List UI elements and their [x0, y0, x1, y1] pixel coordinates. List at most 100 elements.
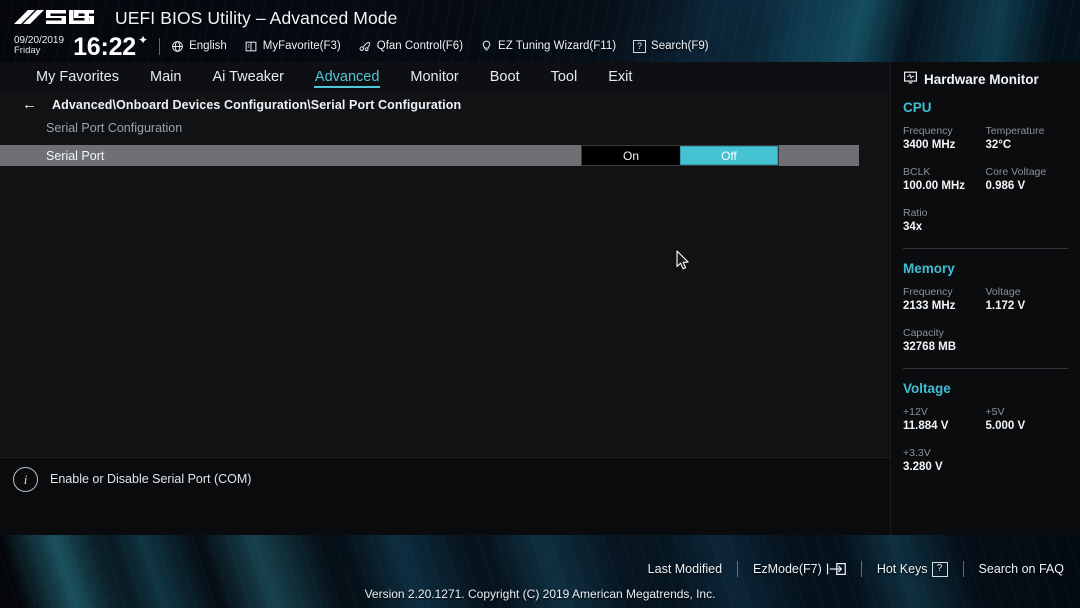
hwm-value: 3400 MHz: [903, 139, 956, 151]
help-bar: i Enable or Disable Serial Port (COM): [0, 457, 890, 535]
gear-icon[interactable]: ✦: [138, 33, 148, 47]
ezmode-label: EzMode(F7): [753, 562, 822, 576]
qfan-control-button[interactable]: Qfan Control(F6): [358, 40, 463, 53]
clock-display: 16:22: [73, 32, 137, 61]
info-icon: i: [13, 467, 38, 492]
search-on-faq-button[interactable]: Search on FAQ: [979, 562, 1064, 576]
serial-port-row[interactable]: Serial Port On Off: [0, 145, 859, 166]
hwm-voltage-grid: +12V 11.884 V +5V 5.000 V +3.3V 3.280 V: [903, 405, 1068, 487]
hwm-key: Capacity: [903, 327, 944, 339]
language-label: English: [189, 40, 227, 52]
ez-tuning-label: EZ Tuning Wizard(F11): [498, 40, 617, 52]
question-key-icon: ?: [633, 39, 647, 53]
hwm-key: BCLK: [903, 166, 931, 178]
hwm-value: 100.00 MHz: [903, 180, 966, 192]
toggle-option-on[interactable]: On: [582, 146, 680, 165]
hwm-cpu-ratio: Ratio 34x: [903, 206, 1068, 235]
hwm-key: Temperature: [985, 125, 1045, 137]
question-key-icon: ?: [931, 561, 948, 577]
date-display: 09/20/2019 Friday: [14, 35, 64, 57]
language-button[interactable]: English: [171, 40, 227, 53]
tab-ai-tweaker[interactable]: Ai Tweaker: [212, 69, 283, 87]
header-title-row: UEFI BIOS Utility – Advanced Mode: [0, 5, 397, 31]
hwm-value: 5.000 V: [985, 420, 1026, 432]
hwm-divider: [903, 248, 1068, 249]
hwm-section-memory-title: Memory: [903, 261, 955, 276]
hwm-cpu-bclk: BCLK 100.00 MHz: [903, 165, 986, 194]
hwm-key: Ratio: [903, 207, 928, 219]
serial-port-toggle[interactable]: On Off: [581, 145, 779, 166]
myfavorite-label: MyFavorite(F3): [262, 40, 341, 52]
hwm-value: 34x: [903, 221, 923, 233]
hot-keys-button[interactable]: Hot Keys ?: [876, 561, 948, 577]
hardware-monitor-panel: Hardware Monitor CPU Frequency 3400 MHz …: [890, 62, 1080, 535]
hwm-memory-capacity: Capacity 32768 MB: [903, 326, 1068, 355]
hot-keys-label: Hot Keys: [876, 562, 928, 576]
tab-tool[interactable]: Tool: [551, 69, 578, 87]
asus-logo: [13, 8, 97, 28]
main-content-panel: ← Advanced\Onboard Devices Configuration…: [0, 93, 890, 535]
section-title: Serial Port Configuration: [46, 121, 183, 135]
ezmode-button[interactable]: EzMode(F7): [753, 562, 846, 576]
back-arrow-icon[interactable]: ←: [22, 97, 37, 112]
hwm-key: +12V: [903, 406, 928, 418]
hwm-key: Frequency: [903, 286, 953, 298]
tab-monitor[interactable]: Monitor: [410, 69, 458, 87]
hwm-section-cpu: CPU Frequency 3400 MHz Temperature 32°C …: [891, 100, 1080, 247]
hwm-voltage-33v: +3.3V 3.280 V: [903, 446, 1068, 475]
hwm-cpu-core-voltage: Core Voltage 0.986 V: [986, 165, 1069, 194]
enter-arrow-icon: [826, 562, 846, 576]
footer-divider: [962, 561, 964, 577]
header-divider: [159, 37, 161, 55]
footer-bar: Last Modified EzMode(F7) Hot Keys ? Sear…: [0, 535, 1080, 608]
search-button[interactable]: ? Search(F9): [633, 39, 709, 53]
hwm-memory-voltage: Voltage 1.172 V: [986, 285, 1069, 314]
tab-advanced[interactable]: Advanced: [313, 69, 380, 88]
hwm-value: 32768 MB: [903, 341, 957, 353]
page-title: UEFI BIOS Utility – Advanced Mode: [115, 7, 398, 28]
ez-tuning-wizard-button[interactable]: EZ Tuning Wizard(F11): [480, 39, 616, 53]
breadcrumb: Advanced\Onboard Devices Configuration\S…: [52, 98, 462, 112]
fan-icon: [358, 40, 372, 53]
header-bar: UEFI BIOS Utility – Advanced Mode 09/20/…: [0, 0, 1080, 62]
hwm-value: 11.884 V: [903, 420, 949, 432]
main-tab-bar: My Favorites Main Ai Tweaker Advanced Mo…: [0, 62, 890, 93]
hwm-section-voltage-title: Voltage: [903, 381, 951, 396]
globe-icon: [171, 40, 184, 53]
footer-divider: [737, 561, 739, 577]
hwm-key: +3.3V: [903, 447, 931, 459]
weekday-value: Friday: [14, 45, 41, 56]
toggle-option-off[interactable]: Off: [680, 146, 778, 165]
hwm-divider: [903, 368, 1068, 369]
hwm-section-voltage: Voltage +12V 11.884 V +5V 5.000 V +3.3V …: [891, 381, 1080, 487]
qfan-label: Qfan Control(F6): [376, 40, 464, 52]
serial-port-label: Serial Port: [46, 148, 105, 163]
bios-screen: UEFI BIOS Utility – Advanced Mode 09/20/…: [0, 0, 1080, 608]
hardware-monitor-title: Hardware Monitor: [924, 71, 1039, 87]
monitor-icon: [903, 71, 918, 87]
search-faq-label: Search on FAQ: [978, 562, 1064, 576]
search-label: Search(F9): [651, 40, 709, 52]
myfavorite-button[interactable]: MyFavorite(F3): [244, 40, 341, 53]
last-modified-button[interactable]: Last Modified: [648, 562, 722, 576]
hwm-key: Frequency: [903, 125, 953, 137]
hwm-value: 0.986 V: [985, 180, 1026, 192]
hwm-value: 2133 MHz: [903, 300, 956, 312]
footer-actions: Last Modified EzMode(F7) Hot Keys ? Sear…: [648, 561, 1064, 577]
hardware-monitor-title-row: Hardware Monitor: [891, 71, 1080, 87]
hwm-section-memory: Memory Frequency 2133 MHz Voltage 1.172 …: [891, 261, 1080, 367]
hwm-key: Voltage: [985, 286, 1021, 298]
tab-exit[interactable]: Exit: [608, 69, 632, 87]
tab-main[interactable]: Main: [150, 69, 181, 87]
hwm-value: 1.172 V: [985, 300, 1026, 312]
tab-my-favorites[interactable]: My Favorites: [36, 69, 119, 87]
hwm-cpu-grid: Frequency 3400 MHz Temperature 32°C BCLK…: [903, 124, 1068, 247]
book-icon: [244, 40, 258, 53]
hwm-voltage-12v: +12V 11.884 V: [903, 405, 986, 434]
hwm-cpu-frequency: Frequency 3400 MHz: [903, 124, 986, 153]
hwm-memory-grid: Frequency 2133 MHz Voltage 1.172 V Capac…: [903, 285, 1068, 367]
breadcrumb-row: ← Advanced\Onboard Devices Configuration…: [0, 93, 890, 117]
help-text: Enable or Disable Serial Port (COM): [50, 472, 252, 486]
tab-boot[interactable]: Boot: [490, 69, 520, 87]
hwm-cpu-temperature: Temperature 32°C: [986, 124, 1069, 153]
